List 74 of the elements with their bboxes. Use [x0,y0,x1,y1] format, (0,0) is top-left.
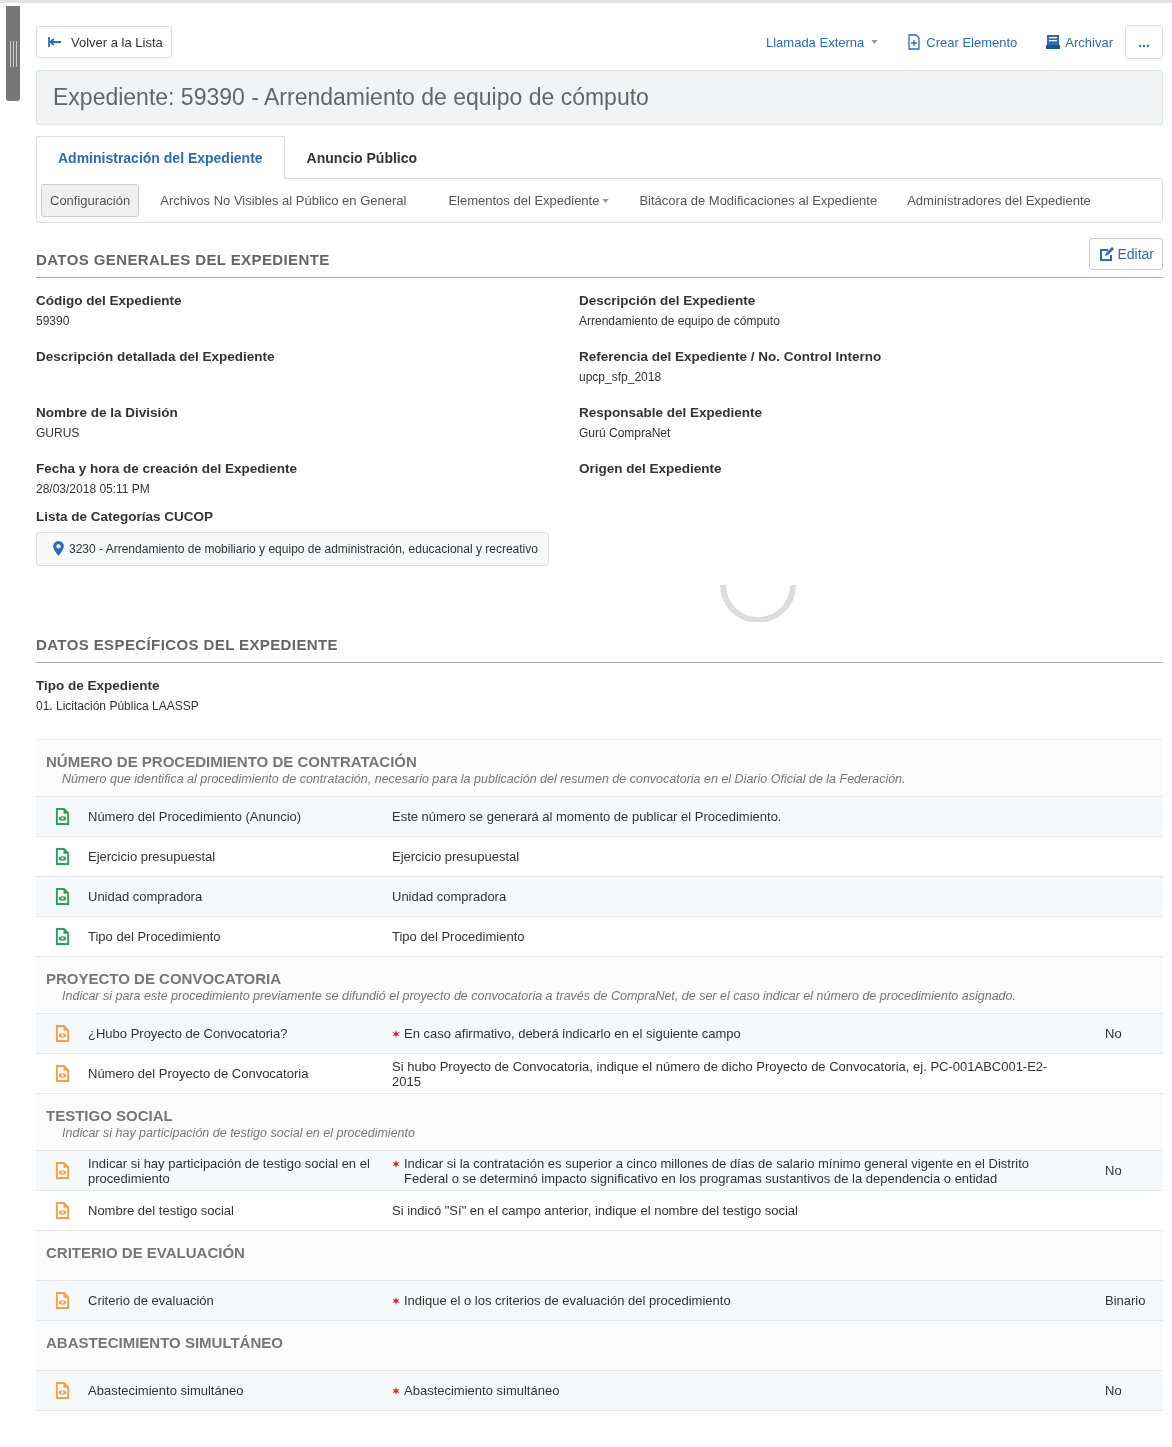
table-cell-text: Ejercicio presupuestal [88,849,217,864]
group-title: TESTIGO SOCIAL [46,1107,174,1124]
table-cell: No [1105,1163,1122,1178]
table-cell-text: Indicar si hay participación de testigo social en el procedimiento [88,1155,371,1186]
group-description: Indicar si hay participación de testigo social en el procedimiento [62,1126,416,1140]
table-cell-text: Unidad compradora [88,889,204,904]
table-cell: No [1105,1383,1122,1398]
subtab[interactable]: Archivos No Visibles al Público en General [151,184,416,217]
archive-link[interactable]: Archivar [1045,34,1113,50]
group-title: CRITERIO DE EVALUACIÓN [46,1244,246,1261]
subtab[interactable]: Elementos del Expediente [439,184,619,217]
edit-button[interactable]: Editar [1089,238,1163,270]
table-cell-text: ¿Hubo Proyecto de Convocatoria? [88,1026,289,1041]
field-value: 01. Licitación Pública LAASSP [36,699,200,713]
field-value: GURUS [36,426,81,440]
back-arrow-icon [47,34,63,50]
field-label: Lista de Categorías CUCOP [36,509,215,524]
table-cell: En caso afirmativo, deberá indicarlo en el siguiente campo [404,1026,741,1041]
field-label: Descripción detallada del Expediente [36,349,276,364]
table-cell: Si indicó "Sí" en el campo anterior, indique el nombre del testigo social [392,1203,798,1218]
field-value: 28/03/2018 05:11 PM [36,482,151,496]
loading-spinner-icon [720,582,796,622]
subtab[interactable]: Bitácora de Modificaciones al Expediente [630,184,887,217]
section-heading: DATOS GENERALES DEL EXPEDIENTE [36,251,330,268]
table-cell-text: Abastecimiento simultáneo [88,1383,245,1398]
field-label: Tipo de Expediente [36,678,161,693]
group-title: PROYECTO DE CONVOCATORIA [46,970,283,987]
table-cell-text: Indicar si la contratación es superior a cinco millones de días de salario mínimo general vigente en el Distrito Federal o se determinó impacto significativo en los programas sustantivos de la dependencia o entidad [404,1155,1031,1186]
table-cell-text: Nombre del testigo social [88,1203,235,1218]
table-cell: Este número se generará al momento de publicar el Procedimiento. [392,809,782,824]
field-label: Fecha y hora de creación del Expediente [36,461,299,476]
external-call-dropdown[interactable]: Llamada Externa [766,34,879,50]
table-cell: Tipo del Procedimiento [392,929,525,944]
table-cell: Indique el o los criterios de evaluación del procedimiento [404,1293,731,1308]
more-options-button[interactable]: ... [1125,25,1163,59]
subtab[interactable]: Configuración [41,184,140,217]
table-cell: No [1105,1026,1122,1041]
add-document-icon [906,34,923,50]
field-value: Arrendamiento de equipo de cómputo [579,314,781,328]
table-cell-text: Si hubo Proyecto de Convocatoria, indique el número de dicho Proyecto de Convocatoria, ej. PC-001ABC001-E2-2015 [392,1058,1049,1089]
field-label: Responsable del Expediente [579,405,764,420]
section-heading: DATOS ESPECÍFICOS DEL EXPEDIENTE [36,636,339,653]
location-pin-icon [53,541,64,556]
table-cell-text: Número del Procedimiento (Anuncio) [88,809,303,824]
page-title: Expediente: 59390 - Arrendamiento de equipo de cómputo [53,84,649,111]
table-cell: Binario [1105,1293,1146,1308]
subtab[interactable]: Administradores del Expediente [898,184,1100,217]
field-label: Nombre de la División [36,405,179,420]
back-button[interactable]: Volver a la Lista [36,26,172,58]
table-cell: Unidad compradora [392,889,507,904]
field-label: Código del Expediente [36,293,183,308]
side-handle[interactable] [6,6,20,101]
field-label: Referencia del Expediente / No. Control Interno [579,349,883,364]
group-description: Número que identifica al procedimiento de contratación, necesario para la publicación del resumen de convocatoria en el Diario Oficial de la Federación. [62,772,907,786]
tab[interactable]: Anuncio Público [284,136,440,178]
table-cell: Ejercicio presupuestal [392,849,520,864]
archive-icon [1045,34,1062,50]
field-value: 59390 [36,314,71,328]
category-tag: 3230 - Arrendamiento de mobiliario y equipo de administración, educacional y recreativo [36,532,549,566]
field-value: Gurú CompraNet [579,426,672,440]
edit-icon [1098,246,1115,262]
caret-icon [871,40,879,44]
group-title: ABASTECIMIENTO SIMULTÁNEO [46,1334,284,1351]
field-value: upcp_sfp_2018 [579,370,663,384]
create-element-link[interactable]: Crear Elemento [906,34,1018,50]
table-cell: Abastecimiento simultáneo [404,1383,560,1398]
field-label: Origen del Expediente [579,461,723,476]
field-label: Descripción del Expediente [579,293,757,308]
tab[interactable]: Administración del Expediente [36,136,285,179]
table-cell-text: Criterio de evaluación [88,1293,215,1308]
group-description: Indicar si para este procedimiento previamente se difundió el proyecto de convocatoria a través de CompraNet, de ser el caso indicar el número de procedimiento asignado. [62,989,1017,1003]
group-title: NÚMERO DE PROCEDIMIENTO DE CONTRATACIÓN [46,753,418,770]
table-cell-text: Número del Proyecto de Convocatoria [88,1066,310,1081]
table-cell-text: Tipo del Procedimiento [88,929,222,944]
